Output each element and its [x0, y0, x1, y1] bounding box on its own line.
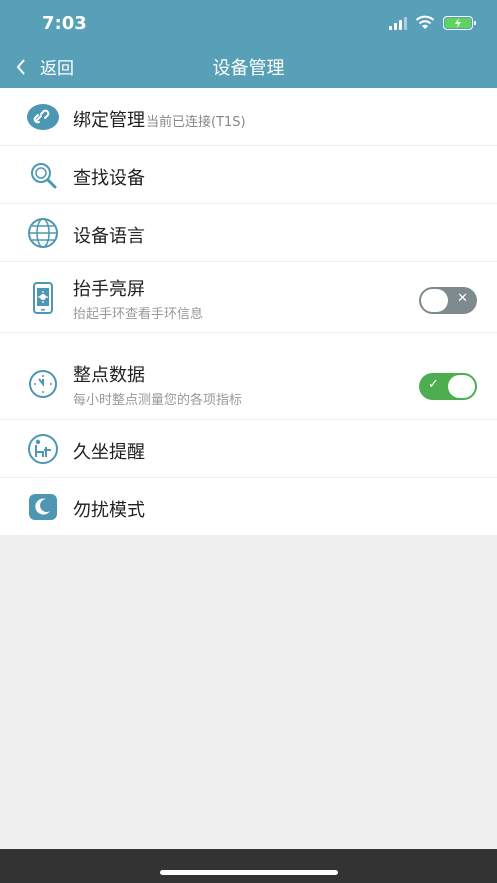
hourly-data-sub: 每小时整点测量您的各项指标 [73, 393, 243, 408]
globe-icon [26, 216, 60, 250]
raise-to-wake-toggle[interactable]: ✕ [419, 287, 477, 314]
settings-list: 绑定管理当前已连接(T1S) 查找设备 设备语言 抬手亮屏 抬起手环查看手环信息… [0, 88, 497, 535]
signal-icon [389, 16, 407, 30]
hourly-data-toggle[interactable]: ✓ [419, 373, 477, 400]
raise-to-wake-sub: 抬起手环查看手环信息 [73, 307, 204, 322]
binding-label: 绑定管理 [73, 110, 145, 131]
hourly-data-label: 整点数据 [73, 365, 145, 386]
check-icon: ✓ [428, 377, 439, 392]
list-item-binding[interactable]: 绑定管理当前已连接(T1S) [0, 88, 497, 146]
close-icon: ✕ [457, 291, 468, 306]
battery-icon [443, 15, 476, 30]
home-indicator[interactable] [160, 870, 338, 875]
moon-icon [26, 490, 60, 524]
top-bar: 7:03 返回 设备管理 [0, 0, 497, 88]
find-device-label: 查找设备 [73, 168, 145, 189]
status-icons [389, 15, 476, 30]
list-item-find-device[interactable]: 查找设备 [0, 146, 497, 204]
phone-screen-icon [26, 281, 60, 315]
page-title: 设备管理 [212, 58, 285, 79]
link-icon [26, 100, 60, 134]
binding-status: 当前已连接(T1S) [146, 115, 246, 130]
language-label: 设备语言 [73, 226, 145, 247]
home-indicator-bar [0, 849, 497, 883]
wifi-icon [415, 15, 435, 29]
status-time: 7:03 [42, 13, 87, 34]
list-item-do-not-disturb[interactable]: 勿扰模式 [0, 478, 497, 535]
list-item-sedentary[interactable]: 久坐提醒 [0, 420, 497, 478]
sedentary-label: 久坐提醒 [73, 442, 145, 463]
list-item-raise-to-wake: 抬手亮屏 抬起手环查看手环信息 ✕ [0, 262, 497, 333]
list-item-hourly-data: 整点数据 每小时整点测量您的各项指标 ✓ [0, 349, 497, 420]
sedentary-icon [26, 432, 60, 466]
raise-to-wake-label: 抬手亮屏 [73, 279, 145, 300]
list-item-language[interactable]: 设备语言 [0, 204, 497, 262]
search-device-icon [26, 158, 60, 192]
clock-icon [26, 367, 60, 401]
do-not-disturb-label: 勿扰模式 [73, 500, 145, 521]
